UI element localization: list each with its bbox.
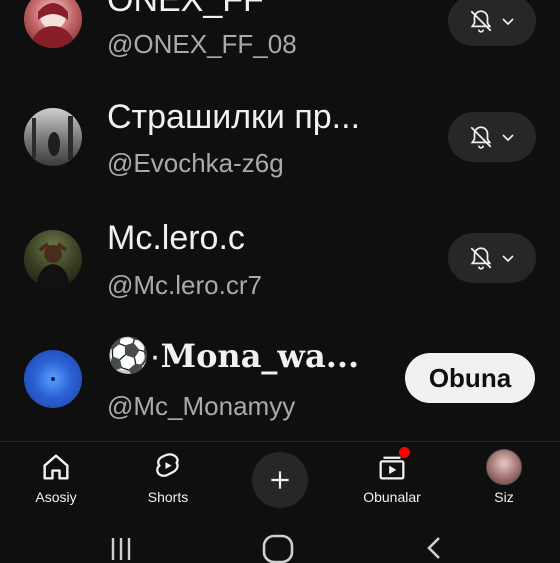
nav-subscriptions[interactable]: Obunalar [337,442,447,517]
channel-handle: @Mc.lero.cr7 [107,270,262,300]
channel-name: Страшилки пр... [107,98,361,136]
notification-bell-button[interactable] [448,112,536,162]
channel-handle: @Evochka-z6g [107,148,284,178]
notification-bell-button[interactable] [448,233,536,283]
avatar-image [31,3,75,48]
channel-name: ⚽·𝐌𝐨𝐧𝐚_𝐰𝐚... [107,337,360,375]
home-circle-icon[interactable] [261,533,295,563]
avatar-image [32,116,73,160]
chevron-down-icon [502,255,514,263]
subscribe-button[interactable]: Obuna [405,353,535,403]
channel-avatar[interactable] [24,108,82,166]
back-icon[interactable] [423,535,445,561]
channel-avatar[interactable] [24,350,82,408]
nav-home[interactable]: Asosiy [1,442,111,517]
notification-dot [399,447,410,458]
bottom-navigation: Asosiy Shorts Obunalar Siz [0,441,560,517]
channel-row[interactable]: ⚽·𝐌𝐨𝐧𝐚_𝐰𝐚... @Mc_Monamyy Obuna [0,320,560,430]
avatar-image [36,242,70,288]
nav-you-label: Siz [494,489,514,505]
create-button[interactable] [252,452,308,508]
nav-shorts[interactable]: Shorts [113,442,223,517]
nav-home-label: Asosiy [35,489,77,505]
channel-row[interactable]: ONEX_FF @ONEX_FF_08 [0,0,560,75]
plus-icon [271,471,289,489]
bell-off-icon [470,126,492,149]
channel-name: Mc.lero.c [107,219,245,257]
soccer-ball-icon: ⚽· [107,337,161,375]
channel-row[interactable]: Страшилки пр... @Evochka-z6g [0,80,560,190]
channel-row[interactable]: Mc.lero.c @Mc.lero.cr7 [0,203,560,313]
nav-subscriptions-label: Obunalar [363,489,421,505]
channel-handle: @ONEX_FF_08 [107,29,297,59]
home-icon [43,454,69,480]
recents-icon[interactable] [108,535,134,561]
system-navigation-bar [0,517,560,563]
bell-off-icon [470,247,492,270]
channel-avatar[interactable] [24,0,82,48]
chevron-down-icon [502,18,514,26]
profile-avatar [486,449,522,485]
subscriptions-list: ONEX_FF @ONEX_FF_08 Страшилки пр... @Evo… [0,0,560,440]
channel-handle: @Mc_Monamyy [107,391,296,421]
nav-shorts-label: Shorts [147,489,189,505]
channel-name: ONEX_FF [107,0,264,19]
chevron-down-icon [502,134,514,142]
bell-off-icon [470,10,492,33]
nav-you[interactable]: Siz [449,442,559,517]
channel-avatar[interactable] [24,230,82,288]
shorts-icon [156,453,179,477]
avatar-image [51,377,55,381]
notification-bell-button[interactable] [448,0,536,46]
